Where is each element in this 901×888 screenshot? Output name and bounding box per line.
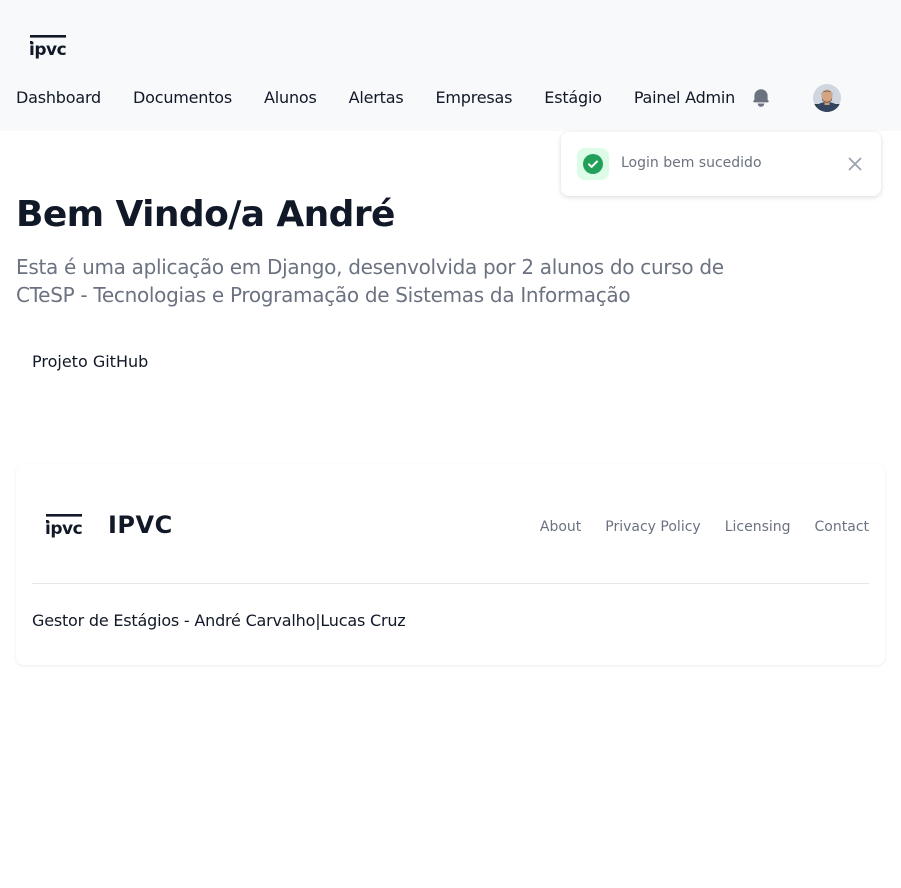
github-project-link[interactable]: Projeto GitHub [32, 352, 148, 371]
nav-documentos[interactable]: Documentos [133, 88, 232, 107]
nav-alunos[interactable]: Alunos [264, 88, 317, 107]
check-circle-icon [583, 154, 603, 174]
svg-text:ipvc: ipvc [45, 519, 82, 539]
page-description: Esta é uma aplicação em Django, desenvol… [16, 255, 724, 307]
footer-credits: Gestor de Estágios - André Carvalho|Luca… [32, 611, 406, 630]
footer-link-contact[interactable]: Contact [815, 519, 869, 535]
nav-painel-admin[interactable]: Painel Admin [634, 88, 735, 107]
ipvc-logo[interactable]: ipvc [28, 34, 68, 66]
nav-estagio[interactable]: Estágio [544, 88, 602, 107]
footer-brand-name: IPVC [108, 511, 173, 539]
svg-text:ipvc: ipvc [29, 40, 66, 60]
footer: ipvc IPVC About Privacy Policy Licensing… [16, 464, 885, 665]
page-title: Bem Vindo/a André [16, 194, 395, 235]
nav-alertas[interactable]: Alertas [349, 88, 404, 107]
top-navbar: ipvc Dashboard Documentos Alunos Alertas… [0, 0, 901, 131]
footer-link-about[interactable]: About [540, 519, 581, 535]
toast-icon-wrapper [577, 148, 609, 180]
close-icon[interactable] [845, 154, 865, 174]
bell-icon[interactable] [750, 87, 772, 109]
toast-message: Login bem sucedido [621, 155, 762, 171]
user-avatar[interactable] [813, 84, 841, 112]
nav-empresas[interactable]: Empresas [435, 88, 512, 107]
footer-link-licensing[interactable]: Licensing [725, 519, 791, 535]
footer-ipvc-logo[interactable]: ipvc [44, 513, 84, 545]
footer-links: About Privacy Policy Licensing Contact [516, 519, 869, 535]
footer-link-privacy-policy[interactable]: Privacy Policy [605, 519, 700, 535]
login-toast: Login bem sucedido [561, 132, 881, 196]
nav-dashboard[interactable]: Dashboard [16, 88, 101, 107]
main-nav: Dashboard Documentos Alunos Alertas Empr… [16, 88, 767, 107]
footer-divider [32, 583, 869, 584]
